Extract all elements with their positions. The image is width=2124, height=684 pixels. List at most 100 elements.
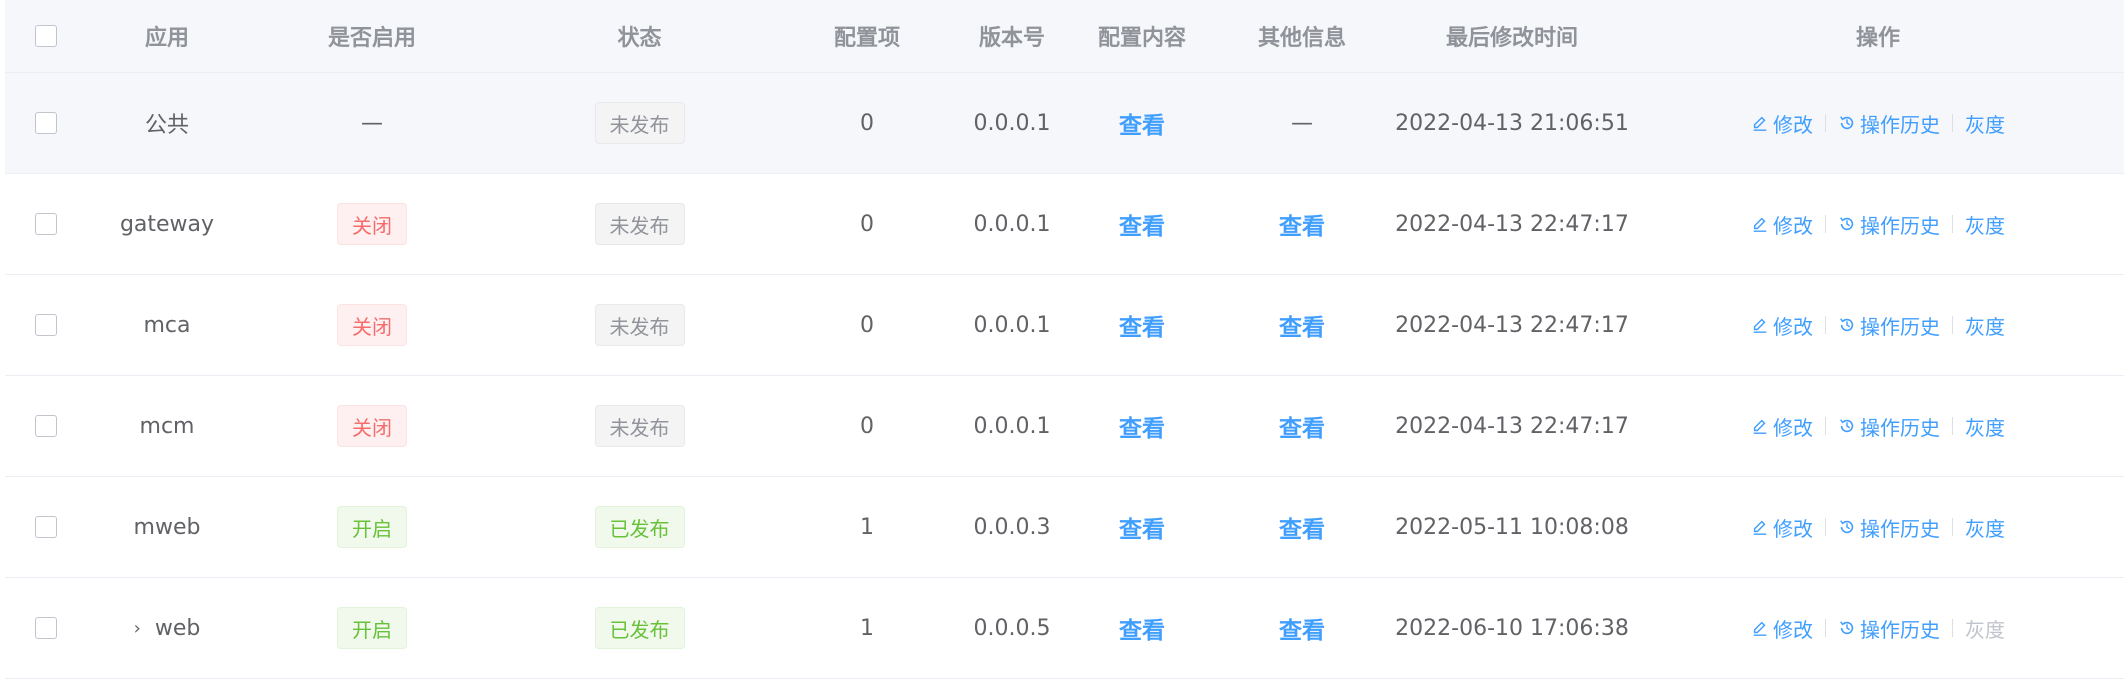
table-row: 公共 — 未发布 0 0.0.0.1 查看 — 2022-04-13 21:06… — [5, 73, 2124, 174]
enabled-badge: 关闭 — [337, 304, 407, 346]
table-row: gateway 关闭 未发布 0 0.0.0.1 查看 查看 2022-04-1… — [5, 174, 2124, 275]
status-badge: 已发布 — [594, 506, 685, 548]
divider — [1952, 417, 1953, 435]
row-checkbox[interactable] — [35, 213, 57, 235]
view-other-link[interactable]: 查看 — [1279, 308, 1325, 342]
gray-release-button[interactable]: 灰度 — [1965, 109, 2005, 138]
header-app: 应用 — [144, 26, 189, 51]
history-button[interactable]: 操作历史 — [1838, 109, 1940, 138]
table-header: 应用 是否启用 状态 配置项 版本号 配置内容 其他信息 最后修改时间 操作 — [5, 0, 2124, 73]
version-number: 0.0.0.1 — [973, 312, 1051, 338]
edit-icon — [1753, 217, 1767, 232]
history-button[interactable]: 操作历史 — [1838, 614, 1940, 643]
view-content-link[interactable]: 查看 — [1119, 409, 1165, 443]
view-other-link[interactable]: 查看 — [1279, 611, 1325, 645]
edit-icon — [1753, 621, 1767, 636]
edit-icon — [1753, 116, 1767, 131]
divider — [1825, 215, 1826, 233]
divider — [1952, 518, 1953, 536]
edit-button[interactable]: 修改 — [1751, 109, 1813, 138]
status-badge: 未发布 — [594, 304, 685, 346]
edit-button[interactable]: 修改 — [1751, 210, 1813, 239]
edit-button[interactable]: 修改 — [1751, 513, 1813, 542]
history-button[interactable]: 操作历史 — [1838, 513, 1940, 542]
history-icon — [1840, 116, 1854, 130]
version-number: 0.0.0.1 — [973, 211, 1051, 237]
modified-time: 2022-04-13 22:47:17 — [1395, 312, 1629, 338]
gray-release-button[interactable]: 灰度 — [1965, 412, 2005, 441]
edit-icon — [1753, 419, 1767, 434]
modified-time: 2022-04-13 22:47:17 — [1395, 211, 1629, 237]
table-row: › web 开启 已发布 1 0.0.0.5 查看 查看 2022-06-10 1… — [5, 578, 2124, 679]
enabled-badge: 开启 — [337, 506, 407, 548]
app-name: mweb — [133, 514, 201, 540]
modified-time: 2022-04-13 22:47:17 — [1395, 413, 1629, 439]
gray-release-button[interactable]: 灰度 — [1965, 210, 2005, 239]
history-button[interactable]: 操作历史 — [1838, 210, 1940, 239]
divider — [1952, 316, 1953, 334]
edit-button[interactable]: 修改 — [1751, 311, 1813, 340]
app-name: web — [154, 615, 201, 641]
config-items-count: 0 — [860, 413, 874, 439]
view-other-link[interactable]: 查看 — [1279, 409, 1325, 443]
enabled-badge: 关闭 — [337, 203, 407, 245]
status-badge: 未发布 — [594, 102, 685, 144]
edit-icon — [1753, 318, 1767, 333]
row-checkbox[interactable] — [35, 314, 57, 336]
gray-release-button[interactable]: 灰度 — [1965, 311, 2005, 340]
view-content-link[interactable]: 查看 — [1119, 207, 1165, 241]
other-info-dash: — — [1291, 110, 1313, 136]
divider — [1952, 619, 1953, 637]
header-other: 其他信息 — [1257, 26, 1346, 51]
table-row: mcm 关闭 未发布 0 0.0.0.1 查看 查看 2022-04-13 22… — [5, 376, 2124, 477]
expand-chevron-icon[interactable]: › — [134, 618, 141, 639]
view-other-link[interactable]: 查看 — [1279, 510, 1325, 544]
modified-time: 2022-06-10 17:06:38 — [1395, 615, 1629, 641]
view-content-link[interactable]: 查看 — [1119, 611, 1165, 645]
config-items-count: 0 — [860, 211, 874, 237]
version-number: 0.0.0.1 — [973, 413, 1051, 439]
history-button[interactable]: 操作历史 — [1838, 311, 1940, 340]
divider — [1825, 417, 1826, 435]
config-items-count: 0 — [860, 312, 874, 338]
header-enabled: 是否启用 — [327, 26, 416, 51]
history-icon — [1840, 318, 1854, 332]
history-icon — [1840, 520, 1854, 534]
version-number: 0.0.0.3 — [973, 514, 1051, 540]
view-other-link[interactable]: 查看 — [1279, 207, 1325, 241]
status-badge: 已发布 — [594, 607, 685, 649]
row-checkbox[interactable] — [35, 516, 57, 538]
app-name: gateway — [119, 211, 215, 237]
header-items: 配置项 — [833, 26, 900, 51]
header-status: 状态 — [617, 26, 662, 51]
history-icon — [1840, 621, 1854, 635]
header-version: 版本号 — [978, 26, 1045, 51]
row-checkbox[interactable] — [35, 415, 57, 437]
version-number: 0.0.0.5 — [973, 615, 1051, 641]
row-checkbox[interactable] — [35, 617, 57, 639]
enabled-badge: 关闭 — [337, 405, 407, 447]
row-checkbox[interactable] — [35, 112, 57, 134]
history-button[interactable]: 操作历史 — [1838, 412, 1940, 441]
view-content-link[interactable]: 查看 — [1119, 308, 1165, 342]
config-items-count: 1 — [860, 615, 874, 641]
divider — [1952, 114, 1953, 132]
divider — [1825, 518, 1826, 536]
status-badge: 未发布 — [594, 405, 685, 447]
edit-button[interactable]: 修改 — [1751, 614, 1813, 643]
history-icon — [1840, 419, 1854, 433]
header-ops: 操作 — [1855, 26, 1900, 51]
select-all-checkbox[interactable] — [35, 25, 57, 47]
version-number: 0.0.0.1 — [973, 110, 1051, 136]
gray-release-button[interactable]: 灰度 — [1965, 614, 2005, 643]
edit-button[interactable]: 修改 — [1751, 412, 1813, 441]
view-content-link[interactable]: 查看 — [1119, 510, 1165, 544]
config-items-count: 0 — [860, 110, 874, 136]
gray-release-button[interactable]: 灰度 — [1965, 513, 2005, 542]
divider — [1825, 316, 1826, 334]
table-row: mweb 开启 已发布 1 0.0.0.3 查看 查看 2022-05-11 1… — [5, 477, 2124, 578]
config-table: 应用 是否启用 状态 配置项 版本号 配置内容 其他信息 最后修改时间 操作 公… — [5, 0, 2124, 679]
header-content: 配置内容 — [1097, 26, 1186, 51]
view-content-link[interactable]: 查看 — [1119, 106, 1165, 140]
app-name: mcm — [139, 413, 195, 439]
